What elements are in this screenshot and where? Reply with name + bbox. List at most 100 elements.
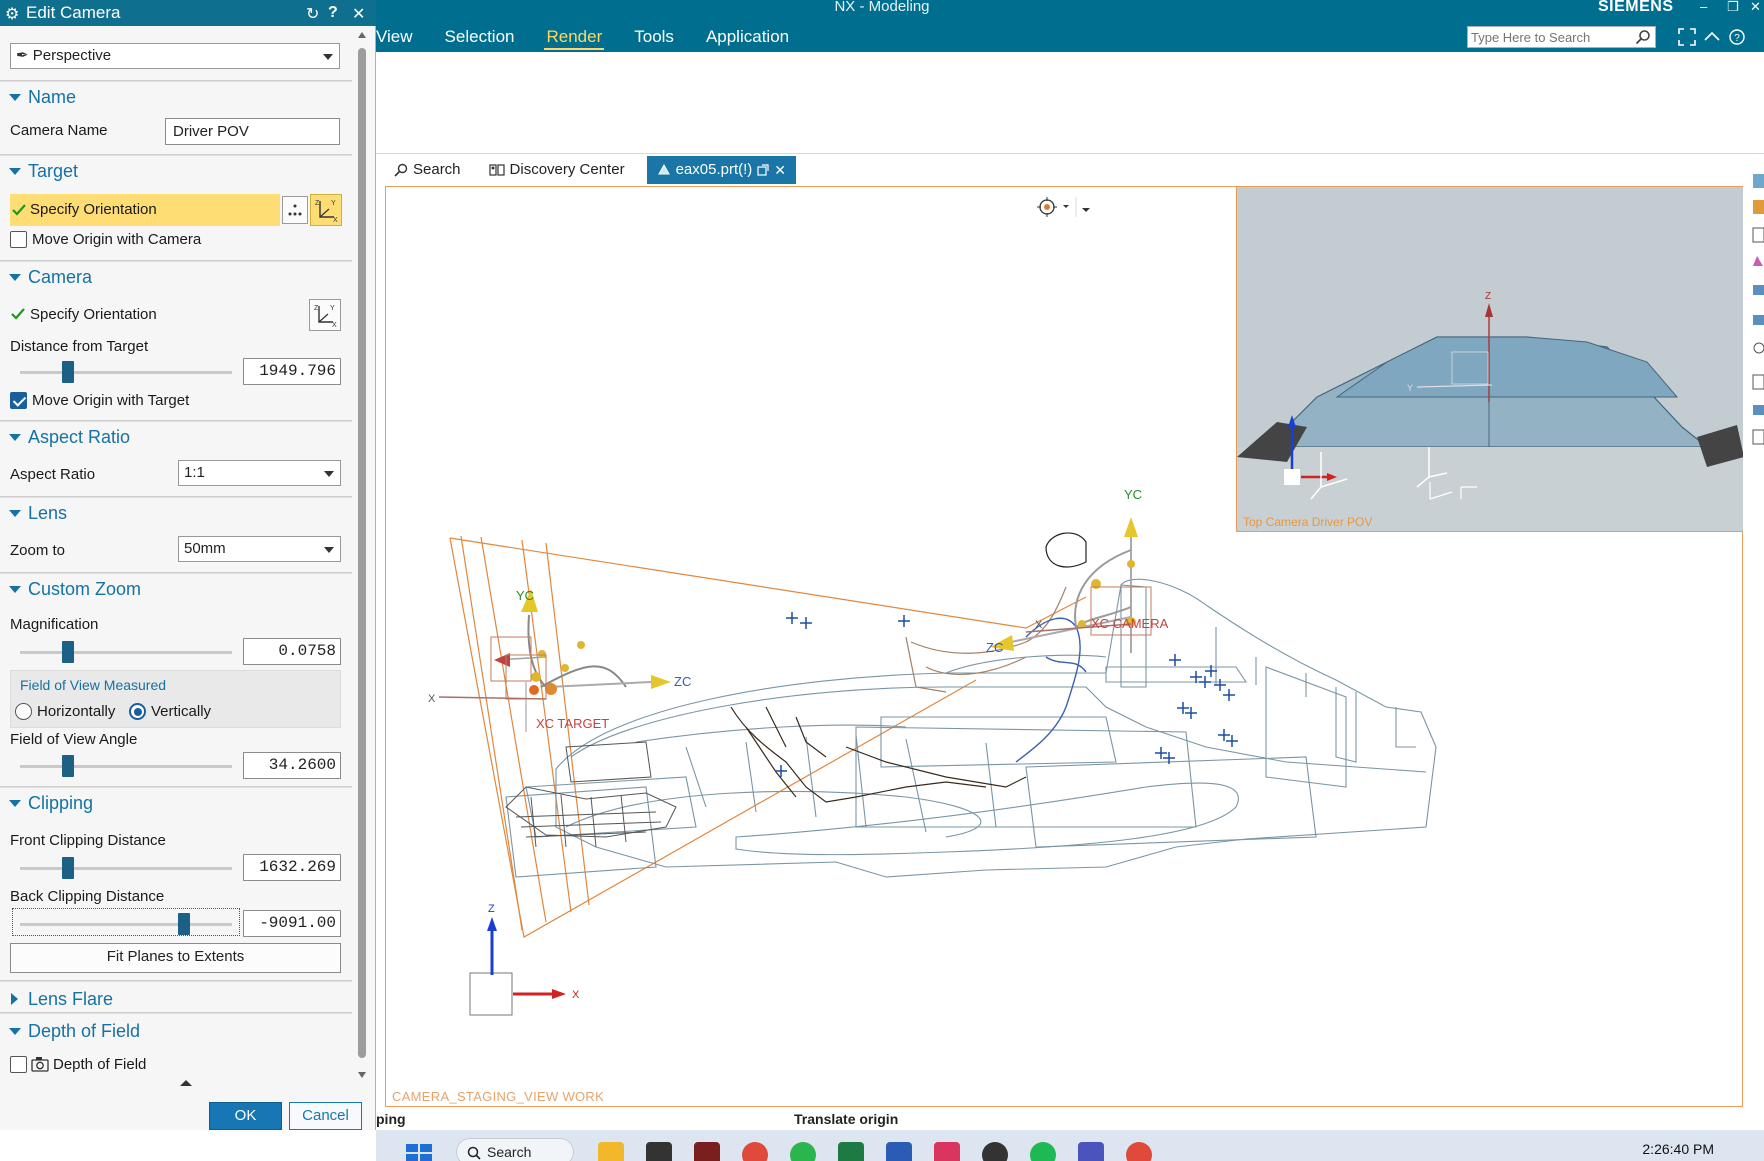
fov-vertically-radio[interactable] (129, 703, 146, 720)
zoom-to-dropdown[interactable]: 50mm (178, 536, 341, 562)
section-aspect-ratio[interactable]: Aspect Ratio (0, 422, 352, 452)
slider-thumb[interactable] (178, 913, 190, 935)
graphics-viewport[interactable]: X YC ZC XC TARGET X YC ZC XC CAMERA Z X … (385, 186, 1743, 1107)
section-clipping[interactable]: Clipping (0, 788, 352, 818)
scroll-thumb[interactable] (358, 48, 366, 1058)
section-lens[interactable]: Lens (0, 498, 352, 528)
reset-icon[interactable]: ↻ (306, 4, 319, 24)
taskbar-search-label: Search (487, 1144, 532, 1160)
taskbar-search-box[interactable]: Search (456, 1138, 574, 1161)
back-clip-field[interactable]: -9091.00 (243, 910, 341, 937)
fov-angle-slider[interactable] (20, 754, 232, 778)
slider-thumb[interactable] (62, 857, 74, 879)
scroll-down-icon[interactable] (358, 1072, 366, 1078)
spotify-icon[interactable] (1030, 1142, 1056, 1161)
menu-selection[interactable]: Selection (429, 24, 531, 50)
help-icon[interactable]: ? (328, 4, 338, 22)
menu-tools[interactable]: Tools (618, 24, 690, 50)
magnification-field[interactable]: 0.0758 (243, 638, 341, 665)
section-camera-label: Camera (28, 267, 93, 287)
whatsapp-icon[interactable] (790, 1142, 816, 1161)
distance-slider[interactable] (20, 360, 232, 384)
section-lens-flare[interactable]: Lens Flare (0, 984, 352, 1014)
menu-view[interactable]: View (370, 24, 429, 50)
snap-view-icon[interactable] (1026, 193, 1106, 221)
tab-discovery-center[interactable]: Discovery Center (479, 156, 635, 184)
word-icon[interactable] (886, 1142, 912, 1161)
move-origin-with-camera-checkbox[interactable] (10, 231, 27, 248)
view-orient-tools[interactable] (1026, 193, 1106, 221)
camera-csys-button[interactable]: Z Y X (309, 299, 341, 331)
chevron-down-icon (324, 471, 334, 477)
section-custom-zoom[interactable]: Custom Zoom (0, 574, 352, 604)
scroll-up-icon[interactable] (358, 32, 366, 38)
close-tab-icon[interactable]: ✕ (774, 156, 786, 184)
nx-app-icon[interactable] (694, 1142, 720, 1161)
fov-angle-field[interactable]: 34.2600 (243, 752, 341, 779)
chatgpt-icon[interactable] (982, 1142, 1008, 1161)
tab-search[interactable]: Search (384, 156, 471, 184)
driver-figure (730, 532, 1087, 803)
target-csys-button[interactable]: Z Y X (310, 194, 342, 226)
target-specify-orientation-row[interactable]: Specify Orientation (10, 194, 280, 226)
aspect-ratio-dropdown[interactable]: 1:1 (178, 460, 341, 486)
slider-thumb[interactable] (62, 755, 74, 777)
collapse-ribbon-icon[interactable] (1703, 28, 1721, 46)
move-origin-with-target-checkbox[interactable] (10, 392, 27, 409)
section-depth-of-field[interactable]: Depth of Field (0, 1016, 352, 1046)
command-search-box[interactable] (1467, 26, 1656, 48)
depth-of-field-checkbox[interactable] (10, 1056, 27, 1073)
slider-thumb[interactable] (62, 361, 74, 383)
collapse-dialog-icon[interactable] (180, 1080, 192, 1086)
undock-icon[interactable] (757, 164, 769, 176)
gear-icon[interactable]: ⚙ (5, 4, 19, 24)
back-clip-slider[interactable] (20, 912, 232, 936)
restore-button[interactable]: ❐ (1727, 0, 1739, 14)
close-icon[interactable]: ✕ (352, 4, 365, 24)
chrome-icon[interactable] (742, 1142, 768, 1161)
fov-horizontally-radio[interactable] (15, 703, 32, 720)
section-target[interactable]: Target (0, 156, 352, 186)
menu-application[interactable]: Application (690, 24, 805, 50)
file-explorer-icon[interactable] (598, 1142, 624, 1161)
menu-render[interactable]: Render (530, 24, 618, 50)
calendar-app-icon[interactable] (934, 1142, 960, 1161)
collapse-icon (9, 800, 21, 807)
help-icon[interactable]: ? (1728, 28, 1746, 46)
fullscreen-icon[interactable] (1678, 28, 1696, 46)
dialog-scrollbar[interactable] (355, 30, 369, 1082)
fit-planes-button[interactable]: Fit Planes to Extents (10, 943, 341, 973)
teams-icon[interactable] (1078, 1142, 1104, 1161)
csys-icon: Z Y X (314, 305, 337, 329)
green-check-icon (12, 204, 26, 216)
section-camera[interactable]: Camera (0, 262, 352, 292)
svg-text:X: X (333, 217, 338, 224)
aspect-ratio-label: Aspect Ratio (10, 466, 96, 483)
notion-icon[interactable] (646, 1142, 672, 1161)
section-name[interactable]: Name (0, 82, 352, 112)
part-icon (657, 163, 670, 175)
projection-dropdown[interactable]: ✒ Perspective (10, 43, 340, 69)
command-search-input[interactable] (1468, 27, 1628, 47)
wcs-triad: Z X (469, 903, 580, 1016)
section-lens-flare-label: Lens Flare (28, 989, 114, 1009)
resource-bar-icons[interactable] (1745, 160, 1764, 460)
minimize-button[interactable]: – (1700, 0, 1707, 14)
cancel-button[interactable]: Cancel (289, 1102, 362, 1130)
svg-text:?: ? (1734, 33, 1740, 44)
point-dialog-button[interactable] (282, 196, 308, 224)
excel-icon[interactable] (838, 1142, 864, 1161)
windows-start-icon[interactable] (406, 1144, 432, 1161)
front-clip-slider[interactable] (20, 856, 232, 880)
camera-name-field[interactable]: Driver POV (165, 118, 340, 145)
slider-thumb[interactable] (62, 641, 74, 663)
front-clip-field[interactable]: 1632.269 (243, 854, 341, 881)
dialog-title-bar[interactable]: ⚙ Edit Camera ↻ ? ✕ (0, 0, 376, 26)
distance-from-target-field[interactable]: 1949.796 (243, 358, 341, 385)
close-window-button[interactable]: ✕ (1750, 0, 1761, 14)
ok-button[interactable]: OK (209, 1102, 282, 1130)
tab-part-file[interactable]: eax05.prt(!) ✕ (646, 156, 797, 184)
svg-text:Z: Z (1485, 291, 1491, 302)
chrome-profile-icon[interactable] (1126, 1142, 1152, 1161)
magnification-slider[interactable] (20, 640, 232, 664)
